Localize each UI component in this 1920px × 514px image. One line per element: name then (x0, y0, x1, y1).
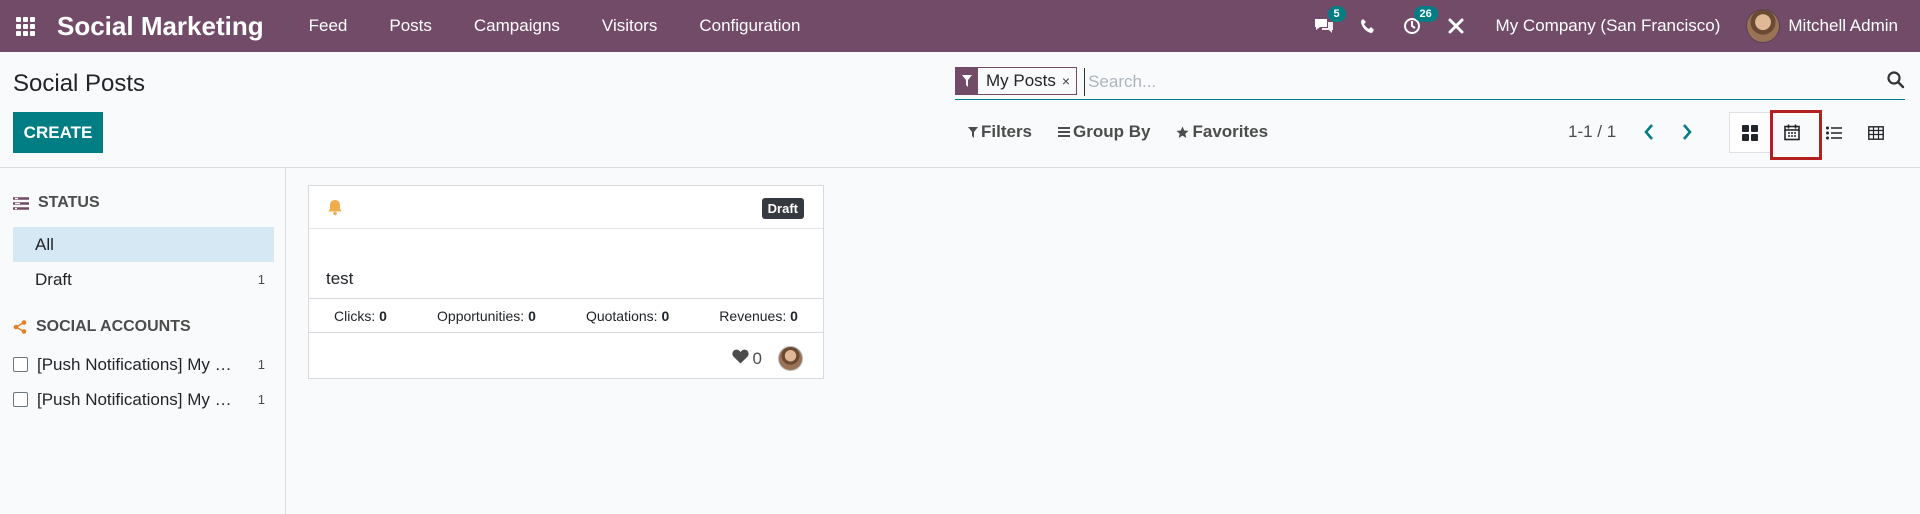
top-navbar: Social Marketing Feed Posts Campaigns Vi… (0, 0, 1920, 52)
bars-icon (1058, 127, 1071, 137)
pivot-view-button[interactable] (1855, 112, 1897, 153)
messaging-icon[interactable]: 5 (1302, 0, 1346, 52)
search-panel: STATUS All Draft 1 SOCIAL ACCOUNTS [Push… (0, 168, 286, 514)
facet-label: My Posts (986, 70, 1056, 90)
list-icon (1826, 126, 1842, 139)
stat-revenues: Revenues: 0 (719, 307, 798, 324)
search-bar: My Posts × (955, 64, 1905, 100)
favorites-dropdown[interactable]: Favorites (1176, 122, 1268, 142)
calendar-view-button[interactable] (1771, 112, 1813, 153)
kanban-icon (1742, 124, 1758, 141)
account-label: [Push Notifications] My Company (San Fra… (37, 354, 237, 374)
account-checkbox[interactable] (13, 357, 28, 372)
systray: 5 26 My Company (San Francisco) Mitchell… (1302, 0, 1920, 52)
social-accounts-header-label: SOCIAL ACCOUNTS (36, 318, 191, 335)
phone-icon[interactable] (1346, 0, 1390, 52)
messages-count-badge: 5 (1327, 6, 1346, 22)
account-count: 1 (257, 357, 265, 372)
activity-clock-icon[interactable]: 26 (1390, 0, 1438, 52)
status-item-all[interactable]: All (13, 227, 274, 262)
post-message: test (326, 269, 354, 288)
menu-visitors[interactable]: Visitors (581, 0, 678, 52)
search-options: Filters Group By Favorites (968, 122, 1294, 142)
likes-count: 0 (752, 348, 762, 368)
user-name: Mitchell Admin (1788, 16, 1898, 35)
favorites-label: Favorites (1192, 122, 1269, 141)
menu-campaigns[interactable]: Campaigns (453, 0, 581, 52)
kanban-post-card[interactable]: Draft test Clicks: 0 Opportunities: 0 Qu… (308, 185, 824, 379)
status-item-label: Draft (35, 269, 72, 289)
company-switcher[interactable]: My Company (San Francisco) (1478, 16, 1747, 36)
share-icon (13, 320, 27, 334)
pager-next-icon[interactable] (1681, 123, 1693, 146)
status-item-draft[interactable]: Draft 1 (13, 262, 274, 297)
kanban-view-button[interactable] (1729, 112, 1771, 153)
push-notification-bell-icon (327, 199, 343, 221)
user-menu[interactable]: Mitchell Admin (1746, 9, 1920, 43)
status-header: STATUS (13, 194, 100, 212)
control-panel-divider (0, 167, 1920, 168)
create-button[interactable]: CREATE (13, 112, 103, 153)
heart-icon (731, 349, 749, 369)
pager-value[interactable]: 1-1 / 1 (1568, 122, 1616, 142)
account-checkbox[interactable] (13, 392, 28, 407)
app-brand[interactable]: Social Marketing (57, 11, 264, 42)
pager-previous-icon[interactable] (1643, 123, 1655, 146)
list-view-button[interactable] (1813, 112, 1855, 153)
card-header: Draft (309, 186, 823, 229)
filter-icon (956, 66, 978, 95)
account-count: 1 (257, 392, 265, 407)
stat-quotations: Quotations: 0 (585, 307, 670, 324)
card-footer: 0 (731, 346, 803, 371)
menu-posts[interactable]: Posts (368, 0, 453, 52)
menu-configuration[interactable]: Configuration (678, 0, 821, 52)
post-stats: Clicks: 0 Opportunities: 0 Quotations: 0… (309, 298, 823, 333)
status-bars-icon (13, 196, 29, 210)
account-label: [Push Notifications] My Company (San Fra… (37, 389, 237, 409)
table-icon (1868, 125, 1884, 140)
user-avatar (1746, 9, 1781, 43)
apps-menu-icon[interactable] (0, 0, 50, 52)
search-facet: My Posts × (955, 66, 1078, 95)
author-avatar[interactable] (778, 346, 803, 371)
groupby-label: Group By (1073, 122, 1151, 141)
search-icon[interactable] (1887, 71, 1905, 94)
filters-label: Filters (981, 122, 1033, 141)
social-accounts-header: SOCIAL ACCOUNTS (13, 318, 191, 336)
calendar-icon (1784, 124, 1800, 141)
account-filter-item[interactable]: [Push Notifications] My Company (San Fra… (13, 382, 274, 417)
filters-dropdown[interactable]: Filters (968, 122, 1032, 142)
status-item-label: All (35, 234, 54, 254)
groupby-dropdown[interactable]: Group By (1058, 122, 1150, 142)
filter-icon (968, 127, 978, 138)
view-switcher (1729, 112, 1897, 153)
search-input[interactable] (1084, 67, 1905, 96)
menu-feed[interactable]: Feed (288, 0, 369, 52)
star-icon (1176, 126, 1189, 138)
stat-opportunities: Opportunities: 0 (437, 307, 536, 324)
facet-remove-icon[interactable]: × (1062, 73, 1076, 89)
account-filter-item[interactable]: [Push Notifications] My Company (San Fra… (13, 347, 274, 382)
status-item-count: 1 (257, 272, 265, 287)
status-badge: Draft (761, 198, 804, 219)
page-title: Social Posts (13, 70, 146, 97)
stat-clicks: Clicks: 0 (334, 307, 387, 324)
debug-tools-icon[interactable] (1434, 0, 1478, 52)
status-header-label: STATUS (38, 194, 100, 211)
